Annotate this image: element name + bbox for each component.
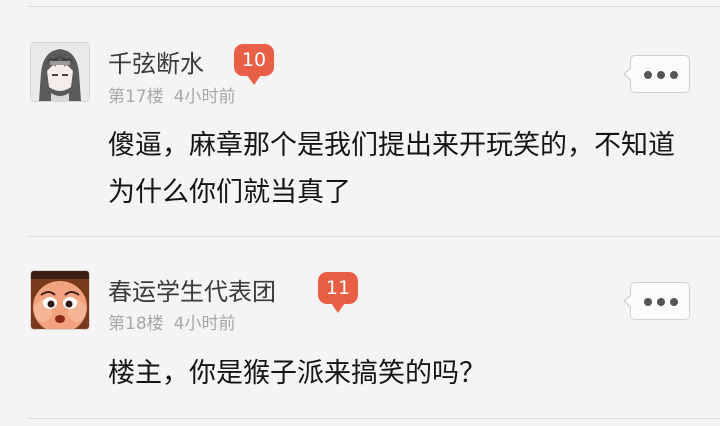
divider xyxy=(28,6,720,7)
more-options-button[interactable] xyxy=(623,55,690,93)
floor-number: 第17楼 xyxy=(108,87,164,107)
anime-character-avatar-icon xyxy=(31,43,89,101)
divider xyxy=(28,418,720,419)
divider xyxy=(28,236,720,237)
post-time: 4小时前 xyxy=(173,87,236,107)
post-meta: 第18楼 4小时前 xyxy=(108,309,235,334)
user-avatar[interactable] xyxy=(30,270,90,330)
floor-number: 第18楼 xyxy=(108,314,164,334)
username[interactable]: 春运学生代表团 xyxy=(108,272,276,307)
more-options-button[interactable] xyxy=(623,282,690,320)
more-options-icon xyxy=(644,71,678,79)
post-time: 4小时前 xyxy=(173,314,236,334)
level-badge: 11 xyxy=(318,272,358,313)
comment-text: 傻逼，麻章那个是我们提出来开玩笑的，不知道为什么你们就当真了 xyxy=(108,130,675,208)
level-badge: 10 xyxy=(234,44,274,85)
post-meta: 第17楼 4小时前 xyxy=(108,82,235,107)
more-options-icon xyxy=(644,298,678,306)
comment-thread: 千弦断水 10 第17楼 4小时前 傻逼，麻章那个是我们提出来开玩笑的，不知道为什… xyxy=(0,0,720,426)
comment-text: 楼主，你是猴子派来搞笑的吗？ xyxy=(108,358,486,389)
username[interactable]: 千弦断水 xyxy=(108,44,204,79)
user-avatar[interactable] xyxy=(30,42,90,102)
cartoon-baby-avatar-icon xyxy=(31,271,89,329)
